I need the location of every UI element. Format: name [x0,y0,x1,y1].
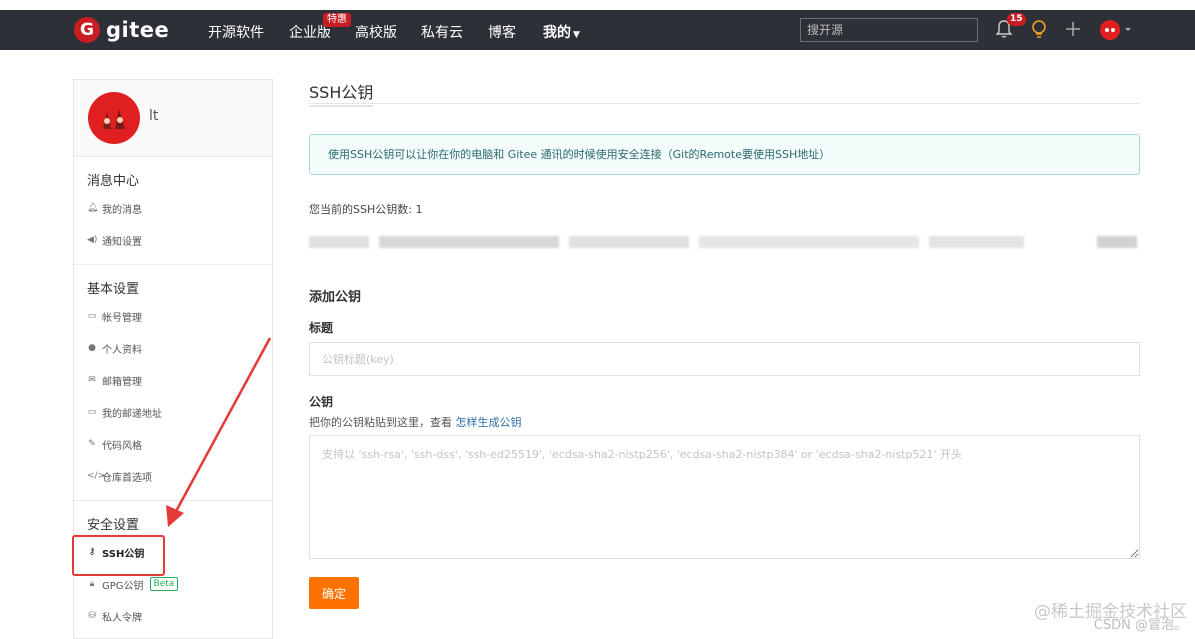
key-count-text: 您当前的SSH公钥数: 1 [309,203,423,216]
annotation-arrow-icon [166,337,272,527]
highlight-box [72,535,165,576]
sidebar-item-label: 私人令牌 [102,612,142,624]
nav-mine-label: 我的 [543,25,571,41]
bell-icon: 🔔︎ [87,203,99,213]
username: lt [149,108,159,124]
user-avatar-menu[interactable] [1100,19,1134,44]
plus-icon[interactable] [1065,21,1081,40]
sidebar-item-label: 邮箱管理 [102,376,142,388]
beta-badge: Beta [149,577,179,591]
lightbulb-icon[interactable] [1031,20,1047,43]
redacted-segment [309,236,369,248]
nav-university[interactable]: 高校版 [355,22,397,42]
logo-icon: G [74,17,100,43]
redacted-segment [929,236,1024,248]
paint-brush-icon: ✎ [88,439,96,449]
section-title: 基本设置 [87,282,140,297]
search-input[interactable] [800,18,978,42]
redacted-segment [699,236,919,248]
mail-icon: ✉ [88,375,96,385]
info-alert: 使用SSH公钥可以让你在你的电脑和 Gitee 通讯的时候使用安全连接（Git的… [309,134,1140,175]
section-title: 消息中心 [87,174,140,189]
top-navbar: G gitee 开源软件 企业版 特惠 高校版 私有云 博客 我的▼ 15 [0,10,1195,50]
sidebar-item-label: GPG公钥 [102,580,144,592]
sidebar-item-label: 我的消息 [102,204,142,216]
user-icon: ● [88,343,96,353]
nav-mine[interactable]: 我的 ▼ [543,22,580,42]
sidebar-item-label: 个人资料 [102,344,142,356]
logo-text: gitee [106,18,170,42]
sidebar-item-label: 我的邮递地址 [102,408,162,420]
page-title-text: SSH公钥 [309,79,374,107]
sidebar-item-label: 通知设置 [102,236,142,248]
token-icon: ⛁ [88,611,96,621]
sidebar-item-account[interactable]: ▭ 帐号管理 [74,300,272,332]
add-key-heading: 添加公钥 [309,290,362,305]
profile-card: lt [74,80,272,157]
existing-key-row [309,236,1140,248]
nav-private-cloud[interactable]: 私有云 [421,22,463,42]
page-title: SSH公钥 [309,79,1140,107]
nav-open-source[interactable]: 开源软件 [208,22,264,42]
section-messages: 消息中心 🔔︎ 我的消息 ◀) 通知设置 [74,157,272,265]
sidebar-item-my-messages[interactable]: 🔔︎ 我的消息 [74,192,272,224]
chevron-down-icon: ▼ [573,30,580,40]
redacted-segment [569,236,689,248]
key-hint: 把你的公钥粘贴到这里，查看 怎样生成公钥 [309,414,1140,430]
how-to-generate-key-link[interactable]: 怎样生成公钥 [456,416,522,429]
id-card-icon: ▭ [87,311,97,321]
redacted-segment [1097,236,1137,248]
address-card-icon: ▭ [87,407,97,417]
key-field-label: 公钥 [309,395,334,409]
sidebar-item-tokens[interactable]: ⛁ 私人令牌 [74,600,272,632]
nav-blog[interactable]: 博客 [488,22,516,42]
notification-count-badge: 15 [1007,13,1026,26]
redacted-segment [379,236,559,248]
sidebar-item-label: 帐号管理 [102,312,142,324]
main-content: SSH公钥 使用SSH公钥可以让你在你的电脑和 Gitee 通讯的时候使用安全连… [309,79,1140,609]
sidebar-item-notification-settings[interactable]: ◀) 通知设置 [74,224,272,256]
title-field-label: 标题 [309,321,334,335]
lock-icon: 🔒︎ [89,579,95,589]
submit-button[interactable]: 确定 [309,577,359,609]
watermark-csdn: CSDN @冒泡。 [1093,618,1187,633]
key-title-input[interactable] [309,342,1140,376]
gitee-logo[interactable]: G gitee [74,17,169,43]
code-icon: </> [87,471,106,481]
sidebar-item-label: 仓库首选项 [102,472,152,484]
speaker-icon: ◀) [87,235,98,245]
avatar[interactable] [88,92,140,144]
special-offer-badge: 特惠 [323,13,351,27]
sidebar-item-label: 代码风格 [102,440,142,452]
public-key-textarea[interactable] [309,435,1140,559]
key-hint-text: 把你的公钥粘贴到这里，查看 [309,416,452,429]
